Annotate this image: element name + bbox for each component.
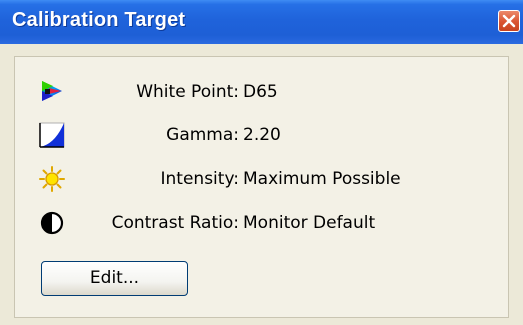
white-point-value: D65 <box>243 82 278 102</box>
window-title: Calibration Target <box>12 9 186 31</box>
color-gamut-icon <box>39 79 65 105</box>
intensity-value: Maximum Possible <box>243 169 401 189</box>
contrast-ratio-value: Monitor Default <box>243 213 376 233</box>
calibration-target-panel: Calibration Target White Point: D65 Gamm… <box>0 0 523 325</box>
contrast-icon <box>39 210 65 236</box>
gamma-row: Gamma: 2.20 <box>15 120 508 150</box>
intensity-label: Intensity: <box>160 169 239 189</box>
close-icon <box>502 14 516 28</box>
sun-icon <box>39 166 65 192</box>
gamma-label: Gamma: <box>166 125 239 145</box>
contrast-ratio-label: Contrast Ratio: <box>111 213 239 233</box>
white-point-row: White Point: D65 <box>15 77 508 107</box>
edit-button[interactable]: Edit... <box>41 261 188 296</box>
intensity-row: Intensity: Maximum Possible <box>15 164 508 194</box>
settings-area: White Point: D65 Gamma: 2.20 Intensity: … <box>14 56 509 318</box>
white-point-label: White Point: <box>136 82 239 102</box>
gamma-curve-icon <box>39 122 65 148</box>
close-button[interactable] <box>498 10 520 32</box>
contrast-ratio-row: Contrast Ratio: Monitor Default <box>15 208 508 238</box>
gamma-value: 2.20 <box>243 125 281 145</box>
title-bar: Calibration Target <box>0 0 523 44</box>
